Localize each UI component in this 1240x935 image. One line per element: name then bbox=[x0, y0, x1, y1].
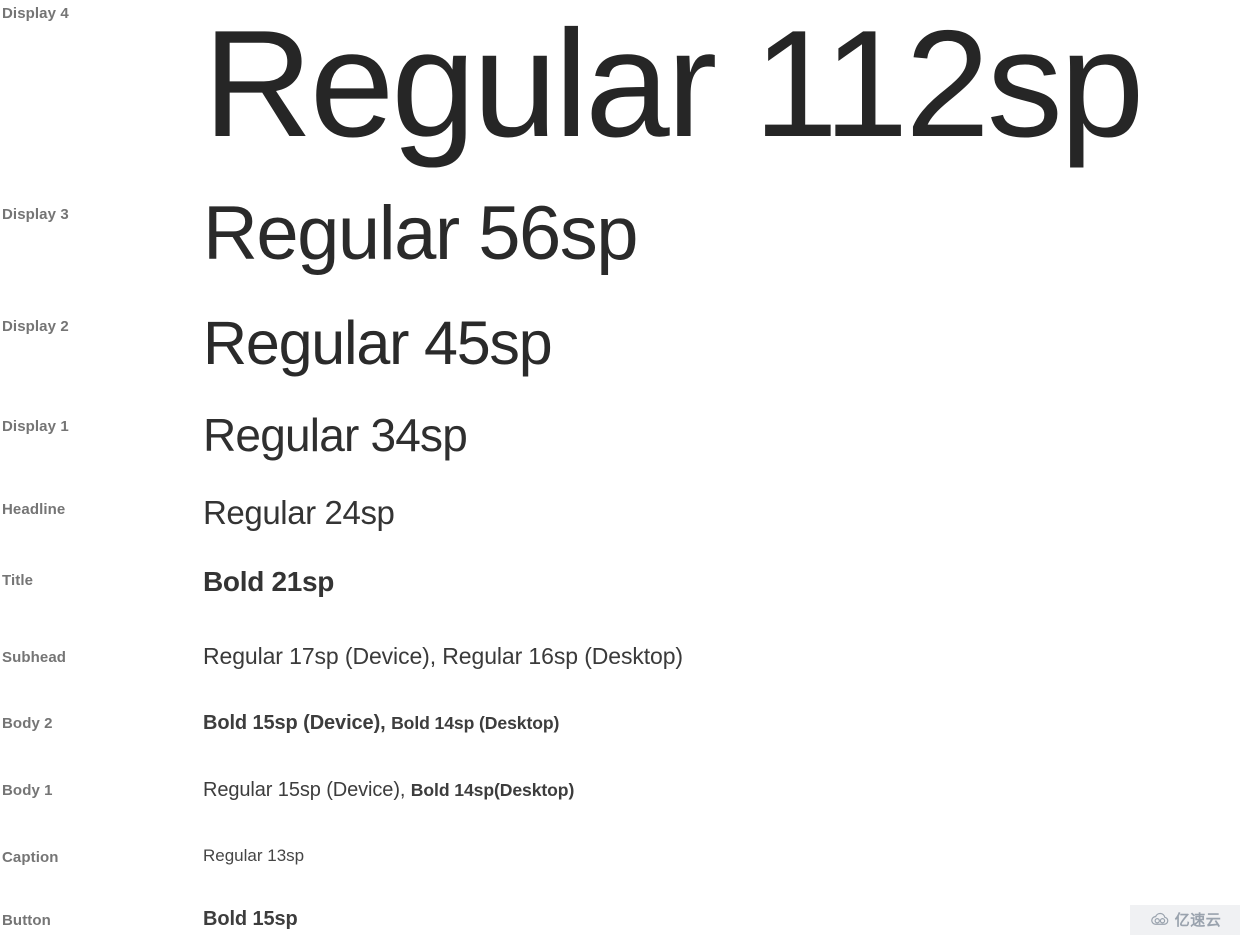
type-row-sample-body-1: Regular 15sp (Device), Bold 14sp(Desktop… bbox=[203, 780, 574, 800]
type-sample-segment: Bold 14sp(Desktop) bbox=[410, 780, 575, 800]
type-sample-segment: Bold 14sp (Desktop) bbox=[391, 713, 560, 733]
type-row-label-caption: Caption bbox=[2, 849, 59, 866]
type-row-label-body-1: Body 1 bbox=[2, 782, 53, 799]
type-row-sample-subhead: Regular 17sp (Device), Regular 16sp (Des… bbox=[203, 643, 683, 669]
type-row-sample-display-4: Regular 112sp bbox=[203, 0, 1144, 169]
type-row-label-headline: Headline bbox=[2, 501, 66, 518]
type-row-label-body-2: Body 2 bbox=[2, 715, 53, 732]
type-row-sample-title: Bold 21sp bbox=[203, 566, 335, 597]
type-row-sample-display-1: Regular 34sp bbox=[203, 409, 468, 461]
type-row-label-display-2: Display 2 bbox=[2, 318, 69, 335]
type-row-label-display-1: Display 1 bbox=[2, 418, 69, 435]
type-row-sample-display-3: Regular 56sp bbox=[203, 191, 639, 276]
type-row-sample-body-2: Bold 15sp (Device), Bold 14sp (Desktop) bbox=[203, 713, 559, 733]
type-row-label-display-3: Display 3 bbox=[2, 206, 69, 223]
typography-scale-specimen: Display 4 Regular 112sp Display 3 Regular 5… bbox=[0, 0, 1240, 935]
type-row-label-subhead: Subhead bbox=[2, 649, 67, 666]
type-row-sample-display-2: Regular 45sp bbox=[203, 309, 553, 377]
type-row-label-title: Title bbox=[2, 572, 34, 589]
type-sample-segment: Regular 15sp (Device), bbox=[203, 779, 411, 801]
type-row-sample-caption: Regular 13sp bbox=[203, 846, 305, 865]
type-row-label-button: Button bbox=[2, 912, 51, 929]
type-row-label-display-4: Display 4 bbox=[2, 5, 69, 22]
watermark-text: 亿速云 bbox=[1174, 910, 1222, 929]
type-sample-segment: Bold 15sp (Device), bbox=[203, 712, 392, 734]
cloud-icon bbox=[1150, 912, 1169, 925]
type-row-sample-headline: Regular 24sp bbox=[203, 494, 395, 531]
type-row-sample-button: Bold 15sp bbox=[203, 908, 298, 930]
watermark: 亿速云 bbox=[1130, 905, 1240, 935]
